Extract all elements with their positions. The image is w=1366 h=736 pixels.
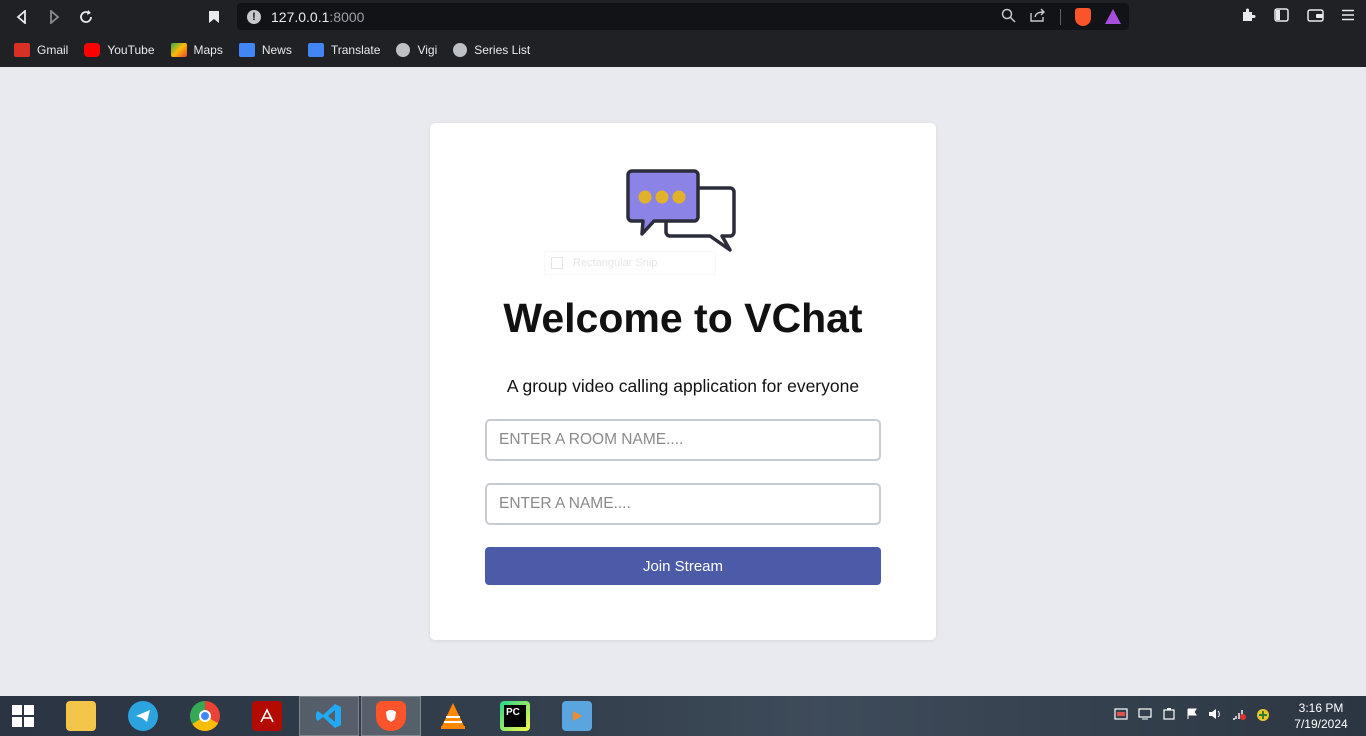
join-card: Rectangular Snip Welcome to VChat A grou… (430, 123, 936, 640)
tray-battery-icon[interactable] (1162, 707, 1176, 725)
windows-taskbar: PC 3:16 PM 7/19/2024 (0, 696, 1366, 736)
bookmark-news[interactable]: News (238, 43, 292, 57)
taskbar-vscode[interactable] (299, 696, 359, 736)
gmail-icon (14, 43, 30, 57)
taskbar-brave[interactable] (361, 696, 421, 736)
globe-icon (453, 43, 468, 57)
bookmark-label: Gmail (37, 43, 69, 57)
network-disconnected-icon[interactable] (1232, 708, 1246, 725)
media-player-icon (562, 701, 592, 731)
reload-icon[interactable] (70, 0, 102, 33)
page-subtitle: A group video calling application for ev… (506, 376, 860, 396)
url-host: 127.0.0.1 (271, 8, 330, 25)
share-icon[interactable] (1030, 8, 1046, 25)
youtube-icon (84, 43, 101, 57)
windows-icon (12, 705, 34, 727)
folder-icon (66, 701, 96, 731)
chat-bubbles-icon (626, 169, 736, 252)
telegram-icon (128, 701, 158, 731)
taskbar-media-player[interactable] (547, 696, 607, 736)
taskbar-clock[interactable]: 3:16 PM 7/19/2024 (1286, 700, 1356, 732)
page-title: Welcome to VChat (503, 295, 863, 341)
sidebar-icon[interactable] (1274, 7, 1289, 26)
taskbar-telegram[interactable] (113, 696, 173, 736)
bookmark-youtube[interactable]: YouTube (84, 43, 155, 57)
maps-icon (170, 43, 187, 57)
address-bar[interactable]: ! 127.0.0.1:8000 (237, 3, 1129, 30)
brave-shields-icon[interactable] (1075, 7, 1091, 26)
bookmark-label: YouTube (107, 43, 155, 57)
tray-flag-icon[interactable] (1186, 708, 1198, 725)
bookmark-gmail[interactable]: Gmail (14, 43, 68, 57)
bookmark-translate[interactable]: Translate (307, 43, 381, 57)
snip-overlay: Rectangular Snip (544, 251, 716, 275)
tray-app-icon[interactable] (1114, 707, 1128, 725)
bookmark-label: Vigi (417, 43, 438, 57)
user-name-input[interactable] (485, 483, 881, 525)
bookmarks-bar: Gmail YouTube Maps News Translate Vigi S… (0, 33, 1366, 67)
taskbar-acrobat[interactable] (237, 696, 297, 736)
taskbar-vlc[interactable] (423, 696, 483, 736)
url-separator (1060, 8, 1061, 25)
taskbar-pycharm[interactable]: PC (485, 696, 545, 736)
tray-monitor-icon[interactable] (1138, 707, 1152, 725)
vlc-icon (438, 701, 468, 731)
acrobat-icon (252, 701, 282, 731)
extensions-icon[interactable] (1241, 7, 1256, 26)
bookmark-vigi[interactable]: Vigi (396, 43, 437, 57)
translate-icon (307, 43, 324, 57)
news-icon (238, 43, 255, 57)
bookmark-label: Series List (474, 43, 531, 57)
taskbar-chrome[interactable] (175, 696, 235, 736)
taskbar-file-explorer[interactable] (51, 696, 111, 736)
clock-date: 7/19/2024 (1294, 717, 1348, 731)
chrome-icon (190, 701, 220, 731)
zoom-icon[interactable] (1001, 8, 1016, 26)
snip-label: Rectangular Snip (573, 257, 658, 269)
browser-toolbar: ! 127.0.0.1:8000 (0, 0, 1366, 33)
bookmark-series-list[interactable]: Series List (453, 43, 530, 57)
tray-update-icon[interactable] (1256, 708, 1270, 725)
volume-icon[interactable] (1208, 708, 1222, 725)
pycharm-icon: PC (500, 701, 530, 731)
vscode-icon (314, 701, 344, 731)
globe-icon (396, 43, 411, 57)
snip-icon (551, 257, 563, 269)
menu-icon[interactable] (1342, 8, 1354, 25)
bookmark-icon[interactable] (198, 0, 230, 33)
forward-icon[interactable] (38, 0, 70, 33)
brave-icon (376, 701, 406, 731)
clock-time: 3:16 PM (1298, 701, 1344, 715)
site-info-icon[interactable]: ! (247, 9, 261, 24)
bookmark-label: Maps (193, 43, 223, 57)
wallet-icon[interactable] (1307, 8, 1324, 26)
bookmark-label: Translate (330, 43, 381, 57)
room-name-input[interactable] (485, 419, 881, 461)
brave-rewards-icon[interactable] (1105, 9, 1121, 24)
url-port: :8000 (329, 8, 365, 25)
back-icon[interactable] (6, 0, 38, 33)
bookmark-maps[interactable]: Maps (170, 43, 223, 57)
start-button[interactable] (0, 696, 46, 736)
system-tray: 3:16 PM 7/19/2024 (1114, 696, 1366, 736)
bookmark-label: News (261, 43, 292, 57)
join-stream-button[interactable]: Join Stream (485, 547, 881, 585)
